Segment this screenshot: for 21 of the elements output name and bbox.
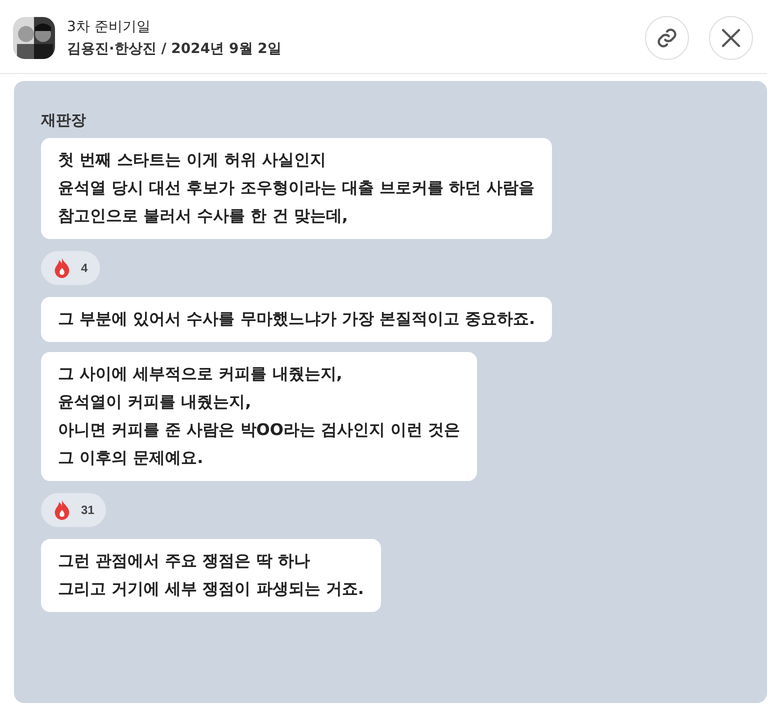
message-line: 윤석열이 커피를 내줬는지, xyxy=(58,391,252,413)
message-line: 그 부분에 있어서 수사를 무마했느냐가 가장 본질적이고 중요하죠. xyxy=(58,308,536,330)
message-line: 윤석열 당시 대선 후보가 조우형이라는 대출 브로커를 하던 사람을 xyxy=(58,177,535,199)
message-line: 그리고 거기에 세부 쟁점이 파생되는 거죠. xyxy=(58,578,364,600)
message-line: 그 사이에 세부적으로 커피를 내줬는지, xyxy=(58,363,344,385)
reaction-button[interactable]: 4 xyxy=(41,251,100,285)
message-line: 첫 번째 스타트는 이게 허위 사실인지 xyxy=(58,149,327,171)
link-button[interactable] xyxy=(645,16,689,60)
flame-icon xyxy=(53,258,71,278)
subtitle: 김용진·한상진 / 2024년 9월 2일 xyxy=(67,40,282,58)
message-line: 아니면 커피를 준 사람은 박OO라는 검사인지 이런 것은 xyxy=(58,419,460,441)
reaction-button[interactable]: 31 xyxy=(41,493,106,527)
message-line: 참고인으로 불러서 수사를 한 건 맞는데, xyxy=(58,205,349,227)
close-button[interactable] xyxy=(709,16,753,60)
message-line: 그 이후의 문제예요. xyxy=(58,447,204,469)
flame-icon xyxy=(53,500,71,520)
speaker-name: 재판장 xyxy=(41,111,86,130)
message-line: 그런 관점에서 주요 쟁점은 딱 하나 xyxy=(58,550,311,572)
close-icon xyxy=(721,28,741,48)
link-icon xyxy=(656,27,678,49)
page-title: 3차 준비기일 xyxy=(67,18,152,36)
